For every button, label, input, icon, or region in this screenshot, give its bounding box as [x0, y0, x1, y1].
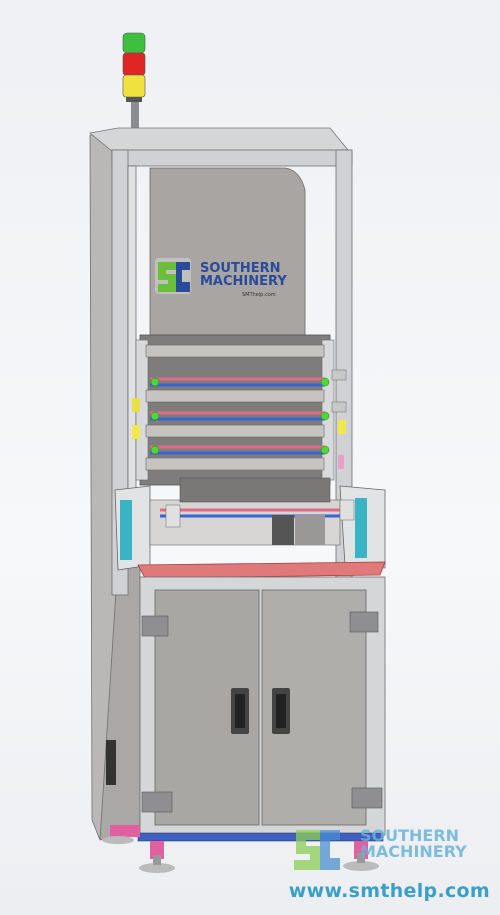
- lower-cabinet: [139, 576, 386, 836]
- machine-illustration: [89, 32, 386, 873]
- machine-logo: SOUTHERN MACHINERY SMThelp.com: [200, 262, 290, 298]
- machine-logo-line2: MACHINERY: [200, 274, 287, 289]
- machine-back-panel: [149, 167, 306, 336]
- cabinet-top-plate: [137, 561, 386, 579]
- watermark-logo-icon: [294, 830, 340, 870]
- signal-tower-light: [118, 32, 152, 138]
- watermark-line2: MACHINERY: [360, 842, 467, 861]
- machine-panel-logo-icon: [155, 258, 191, 294]
- watermark-logo: SOUTHERN MACHINERY: [360, 828, 490, 860]
- watermark-url[interactable]: www.smthelp.com: [0, 880, 490, 902]
- machine-logo-url: SMThelp.com: [242, 292, 276, 298]
- magazine-rack: [132, 334, 347, 486]
- conveyor-section: [114, 477, 386, 571]
